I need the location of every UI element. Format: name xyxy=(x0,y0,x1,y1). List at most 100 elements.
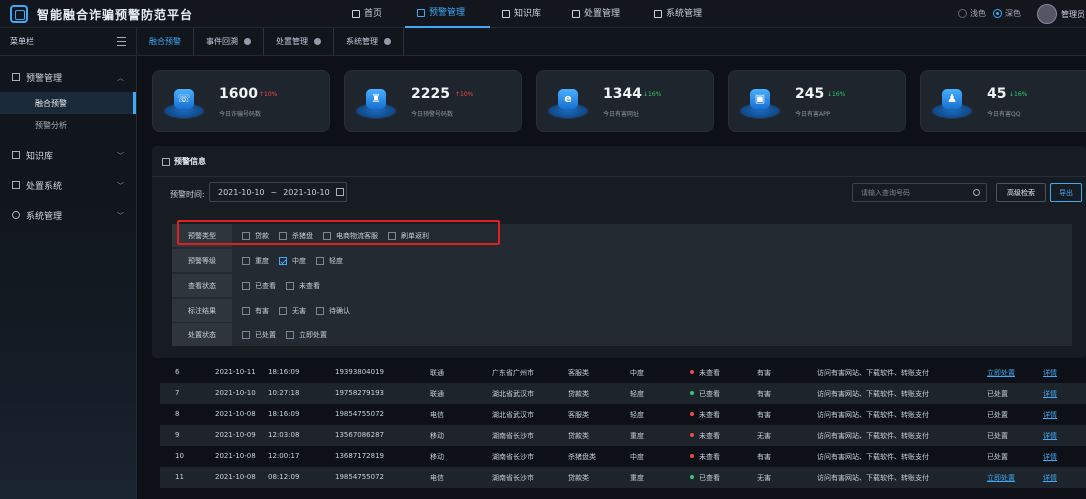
cell-level: 轻度 xyxy=(630,411,644,419)
checkbox-checked[interactable] xyxy=(279,256,287,265)
advanced-search-button[interactable]: 高级检索 xyxy=(996,183,1046,202)
detail-link[interactable]: 详情 xyxy=(1043,368,1057,378)
detail-link[interactable]: 详情 xyxy=(1043,389,1057,399)
tab-system[interactable]: 系统管理 xyxy=(334,27,404,56)
checkbox[interactable] xyxy=(286,281,294,290)
username[interactable]: 管理员 xyxy=(1061,9,1085,20)
book-icon xyxy=(502,10,510,18)
filter-label: 标注结果 xyxy=(172,299,232,322)
book-icon xyxy=(12,151,20,159)
tab-fusion-alert[interactable]: 融合预警 xyxy=(137,27,194,56)
search-icon[interactable] xyxy=(973,189,980,196)
detail-link[interactable]: 详情 xyxy=(1043,431,1057,441)
theme-dark-option[interactable]: 深色 xyxy=(993,8,1021,19)
date-end: 2021-10-10 xyxy=(283,187,330,197)
option-mild[interactable]: 轻度 xyxy=(316,256,343,266)
option-severe[interactable]: 重度 xyxy=(242,256,269,266)
option-viewed[interactable]: 已查看 xyxy=(242,281,276,291)
option-pending[interactable]: 待确认 xyxy=(316,306,350,316)
nav-knowledge-base[interactable]: 知识库 xyxy=(490,0,560,28)
close-icon[interactable] xyxy=(314,38,321,45)
tab-disposal[interactable]: 处置管理 xyxy=(264,27,334,56)
tab-event-trace[interactable]: 事件回溯 xyxy=(194,27,264,56)
option-moderate[interactable]: 中度 xyxy=(279,256,306,266)
checkbox[interactable] xyxy=(316,306,324,315)
cell-carrier: 移动 xyxy=(430,432,444,440)
theme-dark-label: 深色 xyxy=(1005,9,1021,18)
sidebar-item-fusion-alert[interactable]: 融合预警 xyxy=(0,92,136,114)
view-text: 已查看 xyxy=(699,474,720,482)
stat-cards: ☏ 1600 ↑10% 今日诈骗号码数 ♜ 2225 ↑10% 今日预警号码数 … xyxy=(152,70,1086,132)
cell-date: 2021-10-10 xyxy=(215,389,256,397)
option-unviewed[interactable]: 未查看 xyxy=(286,281,320,291)
view-text: 未查看 xyxy=(699,369,720,377)
filter-row-view-status: 查看状态 已查看 未查看 xyxy=(172,274,1072,297)
radio-dark[interactable] xyxy=(993,9,1002,18)
checkbox[interactable] xyxy=(279,306,287,315)
close-icon[interactable] xyxy=(384,38,391,45)
close-icon[interactable] xyxy=(244,38,251,45)
sidebar-group-knowledge[interactable]: 知识库 ﹀ xyxy=(0,140,136,170)
cell-id: 11 xyxy=(175,473,184,481)
option-harmful[interactable]: 有害 xyxy=(242,306,269,316)
detail-link[interactable]: 详情 xyxy=(1043,452,1057,462)
cell-date: 2021-10-08 xyxy=(215,473,256,481)
cell-view: 已查看 xyxy=(690,389,720,399)
cell-date: 2021-10-09 xyxy=(215,431,256,439)
filter-label: 处置状态 xyxy=(172,323,232,346)
view-text: 未查看 xyxy=(699,411,720,419)
cell-region: 湖北省武汉市 xyxy=(492,411,534,419)
sidebar-group-label: 知识库 xyxy=(26,151,54,162)
cell-id: 6 xyxy=(175,368,180,376)
cell-id: 9 xyxy=(175,431,180,439)
sidebar-item-alert-analysis[interactable]: 预警分析 xyxy=(0,114,136,136)
cell-level: 中度 xyxy=(630,453,644,461)
radio-light[interactable] xyxy=(958,9,967,18)
sidebar-group-alert[interactable]: 预警管理 ︿ xyxy=(0,62,136,92)
detail-link[interactable]: 详情 xyxy=(1043,410,1057,420)
nav-home[interactable]: 首页 xyxy=(340,0,405,28)
disposed-text: 已处置 xyxy=(987,432,1008,440)
checkbox[interactable] xyxy=(242,306,250,315)
nav-home-label: 首页 xyxy=(364,9,383,19)
cell-reason: 访问有害网站、下载软件、转账支付 xyxy=(817,411,929,419)
stat-value: 245 xyxy=(795,86,825,102)
avatar[interactable] xyxy=(1037,4,1057,24)
nav-alert-management[interactable]: 预警管理 xyxy=(405,0,490,28)
option-label: 重度 xyxy=(255,256,269,265)
sidebar-group-disposal[interactable]: 处置系统 ﹀ xyxy=(0,170,136,200)
cell-type: 客服类 xyxy=(568,369,589,377)
checkbox[interactable] xyxy=(316,256,324,265)
detail-link[interactable]: 详情 xyxy=(1043,473,1057,483)
sidebar-group-system[interactable]: 系统管理 ﹀ xyxy=(0,200,136,230)
checkbox[interactable] xyxy=(286,330,294,339)
checkbox[interactable] xyxy=(242,281,250,290)
stat-value: 2225 xyxy=(411,86,450,102)
stat-label: 今日诈骗号码数 xyxy=(219,111,262,118)
search-input[interactable]: 请输入查询号码 xyxy=(852,183,987,202)
option-dispose-now[interactable]: 立即处置 xyxy=(286,330,327,340)
chevron-up-icon: ︿ xyxy=(117,74,124,82)
theme-light-option[interactable]: 浅色 xyxy=(958,8,986,19)
menu-toggle-icon[interactable] xyxy=(117,37,126,46)
cell-type: 客服类 xyxy=(568,411,589,419)
dispose-now-link[interactable]: 立即处置 xyxy=(987,368,1015,378)
sidebar-item-label: 预警分析 xyxy=(35,120,67,130)
option-disposed[interactable]: 已处置 xyxy=(242,330,276,340)
view-text: 未查看 xyxy=(699,453,720,461)
view-text: 未查看 xyxy=(699,432,720,440)
folder-icon xyxy=(417,9,425,17)
stat-delta: ↑10% xyxy=(455,91,474,98)
dispose-now-link[interactable]: 立即处置 xyxy=(987,473,1015,483)
date-range-picker[interactable]: 2021-10-10 ~ 2021-10-10 xyxy=(209,182,347,202)
stat-delta: ↓16% xyxy=(827,91,846,98)
cell-date: 2021-10-11 xyxy=(215,368,256,376)
checkbox[interactable] xyxy=(242,330,250,339)
export-button[interactable]: 导出 xyxy=(1050,183,1082,202)
nav-system-management[interactable]: 系统管理 xyxy=(642,0,722,28)
nav-disposal-management[interactable]: 处置管理 xyxy=(560,0,642,28)
checkbox[interactable] xyxy=(242,256,250,265)
option-harmless[interactable]: 无害 xyxy=(279,306,306,316)
tab-label: 事件回溯 xyxy=(206,37,238,46)
cell-type: 贷款类 xyxy=(568,432,589,440)
